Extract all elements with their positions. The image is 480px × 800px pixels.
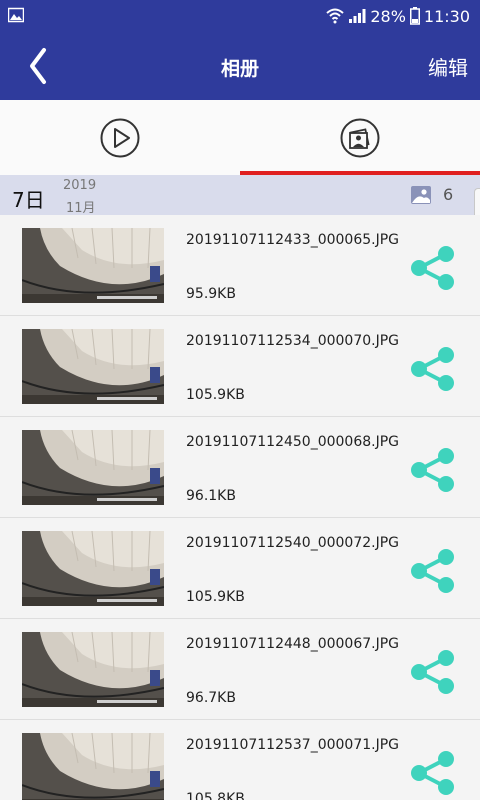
share-icon[interactable] [408,750,456,796]
file-list: 20191107112433_000065.JPG 95.9KB 2019110… [0,215,480,800]
date-group-header: 7日 2019 11月 6 [0,175,480,216]
file-list-item[interactable]: 20191107112448_000067.JPG 96.7KB [0,619,480,720]
file-name: 20191107112433_000065.JPG [186,232,400,248]
photo-count: 6 [443,185,454,204]
photo-thumbnail[interactable] [22,430,164,505]
file-name: 20191107112540_000072.JPG [186,535,400,551]
wifi-icon [326,8,344,24]
file-name: 20191107112448_000067.JPG [186,636,400,652]
date-day: 7日 [12,188,45,212]
share-icon[interactable] [408,649,456,695]
signal-icon [349,9,366,23]
file-list-item[interactable]: 20191107112433_000065.JPG 95.9KB [0,215,480,316]
file-size: 105.9KB [186,589,245,605]
photo-thumbnail[interactable] [22,531,164,606]
edit-button[interactable]: 编辑 [428,52,468,81]
file-name: 20191107112450_000068.JPG [186,434,400,450]
file-list-item[interactable]: 20191107112537_000071.JPG 105.8KB [0,720,480,800]
date-year: 2019 [63,178,97,193]
file-size: 95.9KB [186,286,236,302]
file-size: 105.8KB [186,791,245,800]
share-icon[interactable] [408,245,456,291]
status-bar: 28% 11:30 [0,0,480,32]
battery-icon [409,7,420,25]
photo-thumbnail[interactable] [22,228,164,303]
file-list-item[interactable]: 20191107112540_000072.JPG 105.9KB [0,518,480,619]
file-size: 105.9KB [186,387,245,403]
battery-percent: 28% [370,6,406,26]
share-icon[interactable] [408,548,456,594]
photo-thumbnail[interactable] [22,329,164,404]
photo-thumbnail[interactable] [22,632,164,707]
status-indicators: 28% 11:30 [326,0,470,32]
file-list-item[interactable]: 20191107112450_000068.JPG 96.1KB [0,417,480,518]
share-icon[interactable] [408,447,456,493]
app-bar: 相册 编辑 [0,32,480,100]
file-name: 20191107112534_000070.JPG [186,333,400,349]
play-circle-icon [100,118,140,158]
share-icon[interactable] [408,346,456,392]
page-title: 相册 [220,58,259,80]
date-month: 11月 [66,201,96,216]
gallery-icon [8,7,24,23]
file-size: 96.7KB [186,690,236,706]
file-name: 20191107112537_000071.JPG [186,737,400,753]
file-size: 96.1KB [186,488,236,504]
tab-photos[interactable] [240,100,480,175]
photo-thumbnail[interactable] [22,733,164,800]
clock: 11:30 [423,6,470,26]
tab-bar [0,100,480,175]
file-list-item[interactable]: 20191107112534_000070.JPG 105.9KB [0,316,480,417]
image-icon [411,186,431,204]
tab-videos[interactable] [0,100,240,175]
photo-album-icon [340,118,380,158]
